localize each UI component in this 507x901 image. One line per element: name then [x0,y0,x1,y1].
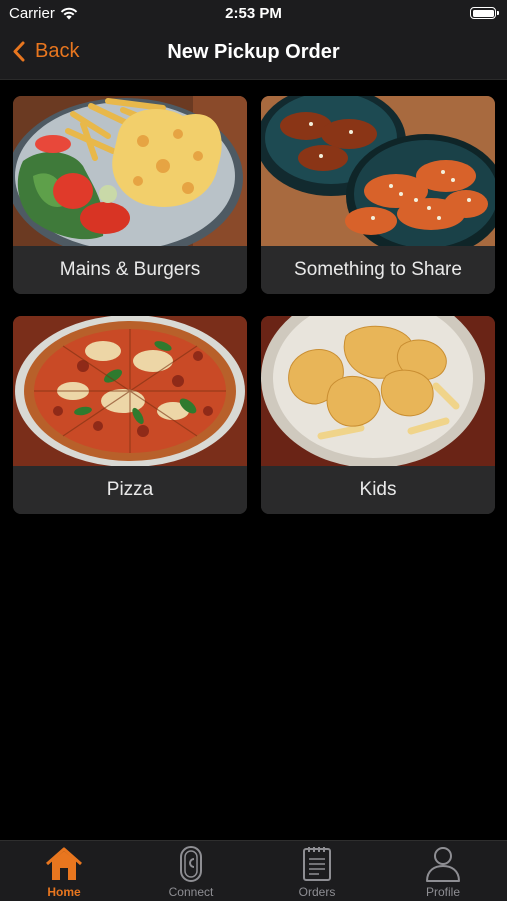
profile-icon [426,847,460,882]
tab-label-profile: Profile [425,885,460,899]
tab-label-home: Home [47,885,81,899]
tab-orders[interactable]: Orders [272,845,362,899]
mains-burgers-photo [13,96,247,246]
tab-label-orders: Orders [298,885,336,899]
category-tile-kids[interactable]: Kids [261,316,495,514]
category-label: Kids [261,466,495,514]
kids-photo [261,316,495,466]
page-title: New Pickup Order [167,41,340,63]
battery-icon [470,7,499,19]
tab-home[interactable]: Home [19,845,109,899]
home-icon [46,847,82,880]
status-time: 2:53 PM [225,5,282,22]
status-bar: Carrier 2:53 PM [0,0,507,28]
orders-icon [303,847,331,881]
category-label: Pizza [13,466,247,514]
pizza-photo [13,316,247,466]
tab-profile[interactable]: Profile [398,845,488,899]
category-tile-mains-burgers[interactable]: Mains & Burgers [13,96,247,294]
category-tile-something-to-share[interactable]: Something to Share [261,96,495,294]
something-to-share-photo [261,96,495,246]
tab-connect[interactable]: Connect [146,845,236,899]
category-label: Mains & Burgers [13,246,247,294]
category-label: Something to Share [261,246,495,294]
navigation-bar: Back New Pickup Order [0,28,507,80]
connect-icon [180,846,202,882]
category-tile-pizza[interactable]: Pizza [13,316,247,514]
tab-bar: Home Connect Orders Profile [0,840,507,901]
tab-label-connect: Connect [168,885,214,899]
